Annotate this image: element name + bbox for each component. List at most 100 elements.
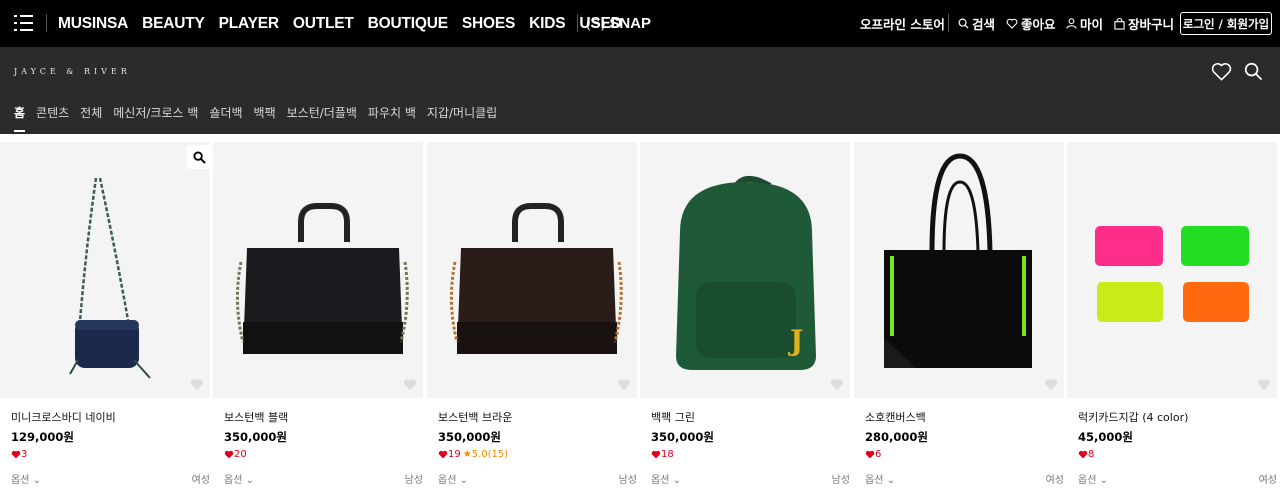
wishlist-heart-icon[interactable]	[830, 378, 844, 391]
svg-text:J: J	[787, 324, 803, 357]
global-nav: MUSINSA BEAUTY PLAYER OUTLET BOUTIQUE SH…	[0, 0, 1280, 47]
chevron-down-icon: ⌄	[245, 475, 254, 486]
product-card[interactable]: 보스턴백 블랙 350,000원 20 옵션 ⌄ 남성	[213, 142, 423, 497]
like-heart-icon	[224, 450, 234, 459]
wishlist-heart-icon[interactable]	[403, 378, 417, 391]
product-image[interactable]	[1067, 142, 1277, 398]
product-price: 350,000원	[651, 430, 714, 444]
product-card[interactable]: 미니크로스바디 네이비 129,000원 3 옵션 ⌄ 여성	[0, 142, 211, 497]
offline-store-link[interactable]: 오프라인 스토어	[860, 0, 945, 47]
option-dropdown[interactable]: 옵션 ⌄	[438, 471, 468, 486]
chevron-down-icon: ⌄	[459, 475, 468, 486]
nav-tab-beauty[interactable]: BEAUTY	[142, 15, 205, 33]
product-name[interactable]: 백팩 그린	[651, 409, 695, 425]
product-image[interactable]	[854, 142, 1064, 398]
option-dropdown[interactable]: 옵션 ⌄	[1078, 471, 1108, 486]
snap-label: SNAP	[609, 15, 652, 32]
like-count-value: 8	[1088, 449, 1095, 460]
like-heart-icon	[438, 450, 448, 459]
product-card[interactable]: J 백팩 그린 350,000원 18 옵션 ⌄ 남성	[640, 142, 850, 497]
store-category-tabs: 홈 콘텐츠 전체 메신저/크로스 백 숄더백 백팩 보스턴/더플백 파우치 백 …	[14, 104, 497, 132]
product-grid: 미니크로스바디 네이비 129,000원 3 옵션 ⌄ 여성 보스턴백 블랙 3…	[0, 134, 1280, 497]
nav-tab-boutique[interactable]: BOUTIQUE	[368, 15, 448, 33]
magnifier-icon	[192, 150, 206, 164]
product-name[interactable]: 럭키카드지갑 (4 color)	[1078, 409, 1188, 425]
category-tab-shoulder[interactable]: 숄더백	[209, 104, 242, 126]
canvas-tote-image	[884, 153, 1032, 368]
product-name[interactable]: 미니크로스바디 네이비	[11, 409, 116, 425]
product-name[interactable]: 보스턴백 브라운	[438, 409, 512, 425]
gender-label: 남성	[404, 475, 423, 486]
store-like-icon[interactable]	[1211, 62, 1232, 81]
search-link[interactable]: 검색	[958, 0, 995, 47]
like-heart-icon	[11, 450, 21, 459]
store-logo[interactable]: JAYCE & RIVER	[14, 67, 131, 76]
like-count: 6	[865, 449, 881, 460]
nav-divider	[577, 14, 578, 32]
product-image[interactable]	[427, 142, 637, 398]
nav-tab-kids[interactable]: KIDS	[529, 15, 565, 33]
cart-link[interactable]: 장바구니	[1114, 0, 1174, 47]
product-price: 129,000원	[11, 430, 74, 444]
brand-tabs: MUSINSA BEAUTY PLAYER OUTLET BOUTIQUE SH…	[58, 0, 622, 47]
chevron-down-icon: ⌄	[672, 475, 681, 486]
snap-logo-mark: (S)	[586, 16, 607, 31]
my-link[interactable]: 마이	[1066, 0, 1103, 47]
product-card[interactable]: 소호캔버스백 280,000원 6 옵션 ⌄ 여성	[854, 142, 1064, 497]
gender-label: 여성	[1045, 475, 1064, 486]
likes-link[interactable]: 좋아요	[1006, 0, 1056, 47]
wishlist-heart-icon[interactable]	[1044, 378, 1058, 391]
nav-tab-snap[interactable]: (S) SNAP	[586, 0, 651, 47]
category-tab-pouch[interactable]: 파우치 백	[368, 104, 416, 126]
category-tab-backpack[interactable]: 백팩	[254, 104, 276, 126]
likes-label: 좋아요	[1021, 17, 1056, 32]
like-heart-icon	[651, 450, 661, 459]
nav-tab-player[interactable]: PLAYER	[219, 15, 279, 33]
nav-tab-outlet[interactable]: OUTLET	[293, 15, 354, 33]
store-search-icon[interactable]	[1244, 62, 1263, 81]
option-dropdown[interactable]: 옵션 ⌄	[224, 471, 254, 486]
category-tab-all[interactable]: 전체	[80, 104, 102, 126]
option-dropdown[interactable]: 옵션 ⌄	[11, 471, 41, 486]
like-count-value: 20	[234, 449, 247, 460]
login-button[interactable]: 로그인 / 회원가입	[1180, 12, 1272, 35]
like-count-value: 18	[661, 449, 674, 460]
offline-store-label: 오프라인 스토어	[860, 17, 945, 32]
product-name[interactable]: 보스턴백 블랙	[224, 409, 288, 425]
like-count-value: 19	[448, 449, 461, 460]
heart-icon	[1006, 18, 1018, 29]
category-tab-home[interactable]: 홈	[14, 104, 26, 132]
brand-store-header: JAYCE & RIVER 홈 콘텐츠 전체 메신저/크로스 백 숄더백 백팩 …	[0, 47, 1280, 134]
category-tab-messenger-cross[interactable]: 메신저/크로스 백	[113, 104, 198, 126]
like-count: 8	[1078, 449, 1094, 460]
boston-bag-brown-image	[449, 203, 623, 354]
wishlist-heart-icon[interactable]	[1257, 378, 1271, 391]
product-name[interactable]: 소호캔버스백	[865, 409, 926, 425]
menu-icon[interactable]	[14, 15, 33, 31]
wishlist-heart-icon[interactable]	[190, 378, 204, 391]
category-tab-wallet[interactable]: 지갑/머니클립	[427, 104, 497, 126]
chevron-down-icon: ⌄	[32, 475, 41, 486]
product-image[interactable]: J	[640, 142, 850, 398]
like-count-value: 3	[21, 449, 28, 460]
nav-tab-musinsa[interactable]: MUSINSA	[58, 15, 128, 33]
option-dropdown[interactable]: 옵션 ⌄	[865, 471, 895, 486]
zoom-button[interactable]	[187, 145, 211, 169]
chevron-down-icon: ⌄	[1099, 475, 1108, 486]
product-image[interactable]	[213, 142, 423, 398]
option-dropdown[interactable]: 옵션 ⌄	[651, 471, 681, 486]
like-count: 18	[651, 449, 674, 460]
wishlist-heart-icon[interactable]	[617, 378, 631, 391]
chevron-down-icon: ⌄	[886, 475, 895, 486]
nav-tab-shoes[interactable]: SHOES	[462, 15, 515, 33]
nav-divider	[46, 14, 47, 32]
product-image[interactable]	[0, 142, 210, 398]
category-tab-contents[interactable]: 콘텐츠	[36, 104, 69, 126]
search-icon	[958, 18, 969, 29]
gender-label: 남성	[618, 475, 637, 486]
product-card[interactable]: 럭키카드지갑 (4 color) 45,000원 8 옵션 ⌄ 여성	[1067, 142, 1277, 497]
option-label: 옵션	[1078, 475, 1097, 486]
like-count: 19 ★ 5.0(15)	[438, 449, 508, 460]
product-card[interactable]: 보스턴백 브라운 350,000원 19 ★ 5.0(15) 옵션 ⌄ 남성	[427, 142, 637, 497]
category-tab-boston-duffle[interactable]: 보스턴/더플백	[287, 104, 357, 126]
